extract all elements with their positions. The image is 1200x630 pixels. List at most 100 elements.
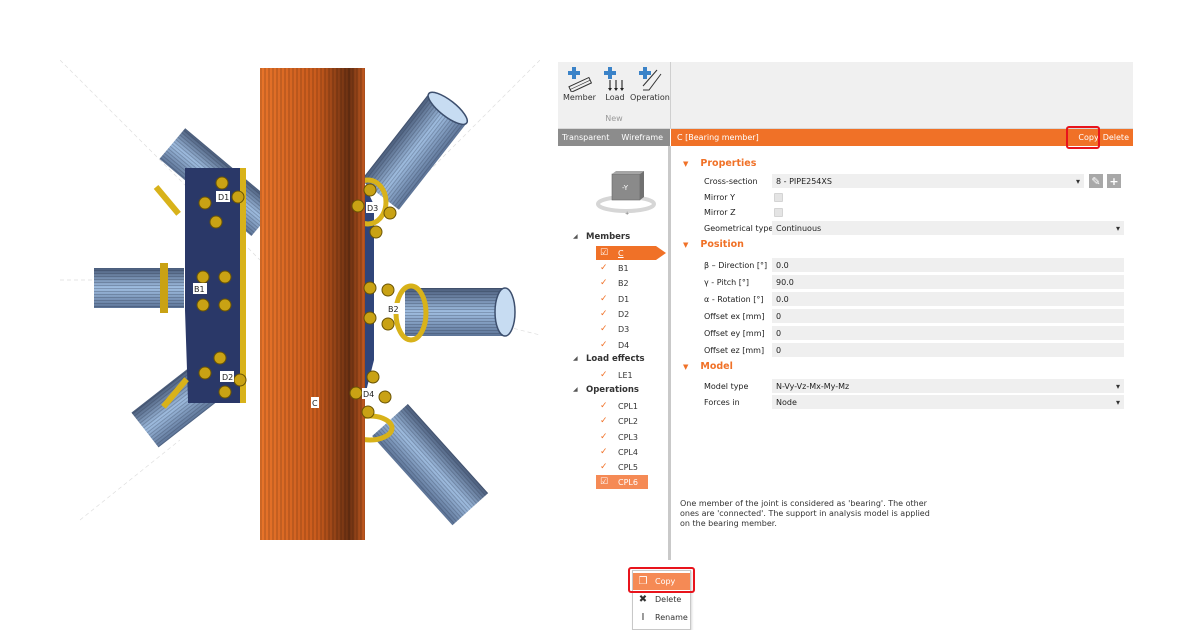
properties-panel: C [Bearing member] Copy Delete ▼ Properti…	[671, 126, 1133, 560]
direction-input[interactable]: 0.0	[772, 258, 1124, 272]
check-icon[interactable]: ✓	[600, 432, 610, 442]
label-b2: B2	[387, 303, 401, 314]
tree-item-member-d2[interactable]: ✓ D2	[600, 307, 629, 321]
tree-item-member-d1[interactable]: ✓ D1	[600, 292, 629, 306]
new-load-button[interactable]: Load	[602, 66, 628, 102]
row-offset-ex: Offset ex [mm] 0	[704, 309, 1124, 323]
collapse-icon[interactable]: ◢	[573, 386, 578, 393]
navigator-panel: -Y + ◢ Members ☑ C ✓ B1 ✓ B2 ✓ D1 ✓ D2 ✓ D3 ✓…	[558, 146, 695, 630]
rotation-input[interactable]: 0.0	[772, 292, 1124, 306]
collapse-triangle-icon[interactable]: ▼	[683, 241, 688, 249]
tree-item-load-le1[interactable]: ✓ LE1	[600, 368, 633, 382]
wireframe-toggle[interactable]: Wireframe	[621, 133, 663, 142]
tree-item-operation-cpl2[interactable]: ✓ CPL2	[600, 414, 638, 428]
collapse-icon[interactable]: ◢	[573, 233, 578, 240]
tree-item-operation-cpl4[interactable]: ✓ CPL4	[600, 445, 638, 459]
checkbox-checked-icon[interactable]: ☑	[600, 248, 610, 258]
tree-item-member-b2[interactable]: ✓ B2	[600, 276, 629, 290]
tree-item-operation-cpl5[interactable]: ✓ CPL5	[600, 460, 638, 474]
cross-section-select[interactable]: 8 - PIPE254XS	[772, 174, 1084, 188]
edit-cross-section-button[interactable]: ✎	[1089, 174, 1103, 188]
check-icon[interactable]: ✓	[600, 340, 610, 350]
ribbon-group-label: New	[605, 114, 623, 123]
collapse-triangle-icon[interactable]: ▼	[683, 363, 688, 371]
section-model[interactable]: ▼ Model	[683, 361, 733, 372]
check-icon[interactable]: ✓	[600, 324, 610, 334]
offset-ez-input[interactable]: 0	[772, 343, 1124, 357]
collapse-triangle-icon[interactable]: ▼	[683, 160, 688, 168]
check-icon[interactable]: ✓	[600, 370, 610, 380]
context-menu-rename[interactable]: I Rename	[633, 609, 690, 626]
row-offset-ez: Offset ez [mm] 0	[704, 343, 1124, 357]
row-model-type: Model type N-Vy-Vz-Mx-My-Mz	[704, 379, 1124, 393]
cross-section-label: Cross-section	[704, 176, 758, 186]
forces-in-label: Forces in	[704, 397, 740, 407]
mirror-z-checkbox[interactable]	[774, 207, 783, 217]
section-position[interactable]: ▼ Position	[683, 239, 744, 250]
pitch-input[interactable]: 90.0	[772, 275, 1124, 289]
tree-item-label: CPL1	[618, 401, 638, 411]
label-b1: B1	[193, 283, 207, 294]
tree-group-members-label: Members	[586, 232, 631, 242]
geometrical-type-label: Geometrical type	[704, 223, 774, 233]
row-rotation: α - Rotation [°] 0.0	[704, 292, 1124, 306]
row-offset-ey: Offset ey [mm] 0	[704, 326, 1124, 340]
tree-item-label: D2	[618, 309, 630, 319]
forces-in-select[interactable]: Node	[772, 395, 1124, 409]
view-cube[interactable]: -Y +	[596, 170, 656, 218]
tree-group-operations[interactable]: ◢ Operations	[573, 385, 639, 395]
geometrical-type-select[interactable]: Continuous	[772, 221, 1124, 235]
svg-text:D4: D4	[363, 390, 374, 399]
collapse-icon[interactable]: ◢	[573, 355, 578, 362]
offset-ex-input[interactable]: 0	[772, 309, 1124, 323]
transparent-toggle[interactable]: Transparent	[562, 133, 609, 142]
checkbox-checked-icon[interactable]: ☑	[600, 477, 610, 487]
offset-ey-input[interactable]: 0	[772, 326, 1124, 340]
copy-member-button[interactable]: Copy	[1078, 133, 1098, 142]
new-member-button[interactable]: Member	[563, 66, 596, 102]
add-cross-section-button[interactable]: +	[1107, 174, 1121, 188]
check-icon[interactable]: ✓	[600, 447, 610, 457]
new-load-label: Load	[605, 93, 625, 102]
column-c[interactable]	[260, 68, 365, 540]
row-pitch: γ - Pitch [°] 90.0	[704, 275, 1124, 289]
check-icon[interactable]: ✓	[600, 294, 610, 304]
context-menu-copy-label: Copy	[655, 577, 676, 586]
new-operation-button[interactable]: Operation	[630, 66, 670, 102]
row-forces-in: Forces in Node	[704, 395, 1124, 409]
tree-item-member-d4[interactable]: ✓ D4	[600, 338, 629, 352]
tube-d3[interactable]	[361, 87, 471, 210]
tree-group-load-effects-label: Load effects	[586, 354, 645, 364]
tree-item-member-c[interactable]: ☑ C	[596, 246, 666, 260]
check-icon[interactable]: ✓	[600, 401, 610, 411]
add-member-icon	[568, 67, 593, 92]
check-icon[interactable]: ✓	[600, 462, 610, 472]
svg-text:C: C	[312, 399, 318, 408]
3d-viewport[interactable]: D1 D3 B1 B2 D2 D4 C	[59, 59, 541, 540]
tree-item-operation-cpl3[interactable]: ✓ CPL3	[600, 430, 638, 444]
tree-item-label: CPL4	[618, 447, 638, 457]
tree-item-member-d3[interactable]: ✓ D3	[600, 322, 629, 336]
section-properties[interactable]: ▼ Properties	[683, 158, 756, 169]
svg-text:D3: D3	[367, 204, 378, 213]
tree-group-members[interactable]: ◢ Members	[573, 232, 631, 242]
check-icon[interactable]: ✓	[600, 309, 610, 319]
context-menu-delete[interactable]: ✖ Delete	[633, 591, 690, 608]
tree-item-member-b1[interactable]: ✓ B1	[600, 261, 629, 275]
section-position-title: Position	[700, 239, 744, 250]
check-icon[interactable]: ✓	[600, 278, 610, 288]
model-type-select[interactable]: N-Vy-Vz-Mx-My-Mz	[772, 379, 1124, 393]
check-icon[interactable]: ✓	[600, 416, 610, 426]
check-icon[interactable]: ✓	[600, 263, 610, 273]
tree-item-operation-cpl1[interactable]: ✓ CPL1	[600, 399, 638, 413]
tree-item-label: LE1	[618, 370, 633, 380]
ribbon-group-new: Member Load Operation New	[558, 62, 671, 128]
tree-item-operation-cpl6[interactable]: ☑ CPL6	[596, 475, 648, 489]
label-c: C	[311, 397, 319, 408]
tube-b1[interactable]	[94, 268, 184, 308]
delete-member-button[interactable]: Delete	[1103, 133, 1129, 142]
context-menu-copy[interactable]: ❐ Copy	[633, 573, 690, 590]
tree-group-load-effects[interactable]: ◢ Load effects	[573, 354, 645, 364]
new-operation-label: Operation	[630, 93, 670, 102]
mirror-y-checkbox[interactable]	[774, 192, 783, 202]
